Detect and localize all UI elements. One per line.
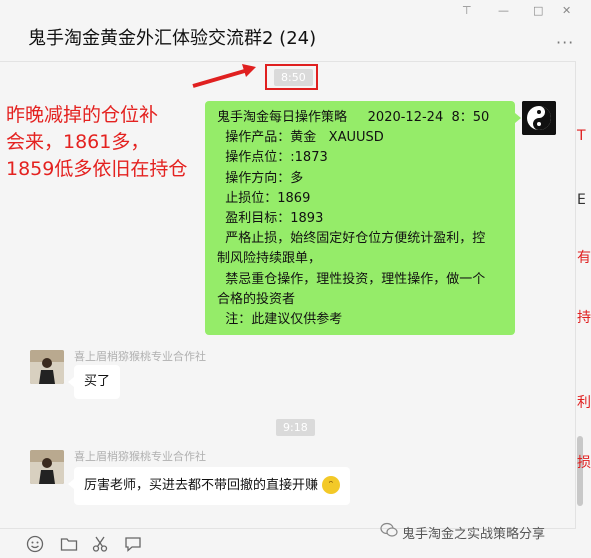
message-line: 禁忌重仓操作，理性投资，理性操作，做一个	[217, 271, 486, 287]
chat-title: 鬼手淘金黄金外汇体验交流群2 (24)	[28, 28, 317, 49]
message-line: 盈利目标：1893	[217, 211, 324, 227]
wechat-logo-icon	[380, 522, 398, 537]
emoji-icon[interactable]	[26, 535, 44, 553]
more-options-icon[interactable]: ···	[556, 33, 574, 52]
scissors-icon[interactable]	[91, 535, 109, 553]
message-bubble[interactable]: 买了	[67, 365, 121, 399]
user-avatar[interactable]	[30, 350, 64, 384]
grin-emoji-icon: ᵔ	[322, 475, 341, 494]
folder-icon[interactable]	[60, 535, 78, 553]
message-line: 制风险持续跟单，	[217, 251, 322, 267]
message-line: 严格止损，始终固定好仓位方便统计盈利，控	[217, 231, 486, 247]
annotation-line: 昨晚减掉的仓位补	[6, 104, 159, 126]
sender-name: 喜上眉梢猕猴桃专业合作社	[74, 450, 206, 463]
message-line: 合格的投资者	[217, 291, 296, 307]
message-line: 操作点位：:1873	[217, 150, 328, 166]
message-line: 操作方向：多	[217, 170, 304, 186]
annotation-text: 昨晚减掉的仓位补 会来，1861多， 1859低多依旧在持仓	[6, 102, 211, 183]
close-icon[interactable]: ✕	[562, 4, 571, 18]
annotation-line: 1859低多依旧在持仓	[6, 158, 188, 180]
message-text: 厉害老师，买进去都不带回撤的直接开赚	[84, 478, 319, 493]
yin-yang-icon	[522, 101, 556, 135]
minimize-icon[interactable]: —	[498, 4, 509, 18]
title-bar: 鬼手淘金黄金外汇体验交流群2 (24) ⊤ — □ ✕ ···	[0, 0, 576, 62]
chat-icon[interactable]	[124, 535, 142, 553]
user-avatar[interactable]	[30, 450, 64, 484]
timestamp: 9:18	[276, 419, 315, 436]
sender-avatar[interactable]	[522, 101, 556, 135]
sender-name: 喜上眉梢猕猴桃专业合作社	[74, 350, 206, 363]
red-arrow-icon	[192, 64, 256, 88]
person-photo-icon	[30, 450, 64, 484]
strategy-message-bubble[interactable]: 鬼手淘金每日操作策略 2020-12-24 8：50 操作产品：黄金 XAUUS…	[205, 101, 521, 335]
message-bubble[interactable]: 厉害老师，买进去都不带回撤的直接开赚 ᵔ	[67, 467, 351, 505]
watermark-text: 鬼手淘金之实战策略分享	[402, 527, 546, 542]
maximize-icon[interactable]: □	[533, 4, 543, 18]
chat-window: 鬼手淘金黄金外汇体验交流群2 (24) ⊤ — □ ✕ ··· 8:50 昨晚减…	[0, 0, 576, 558]
message-line: 止损位：1869	[217, 190, 311, 206]
message-line: 操作产品：黄金 XAUUSD	[217, 130, 384, 146]
message-line: 鬼手淘金每日操作策略 2020-12-24 8：50	[217, 110, 490, 125]
annotation-line: 会来，1861多，	[6, 131, 150, 153]
right-edge-strip: T E 有 持 利 损	[577, 128, 591, 471]
person-photo-icon	[30, 350, 64, 384]
pin-icon[interactable]: ⊤	[462, 4, 472, 18]
message-line: 注：此建议仅供参考	[217, 312, 343, 328]
highlight-box	[265, 64, 318, 90]
